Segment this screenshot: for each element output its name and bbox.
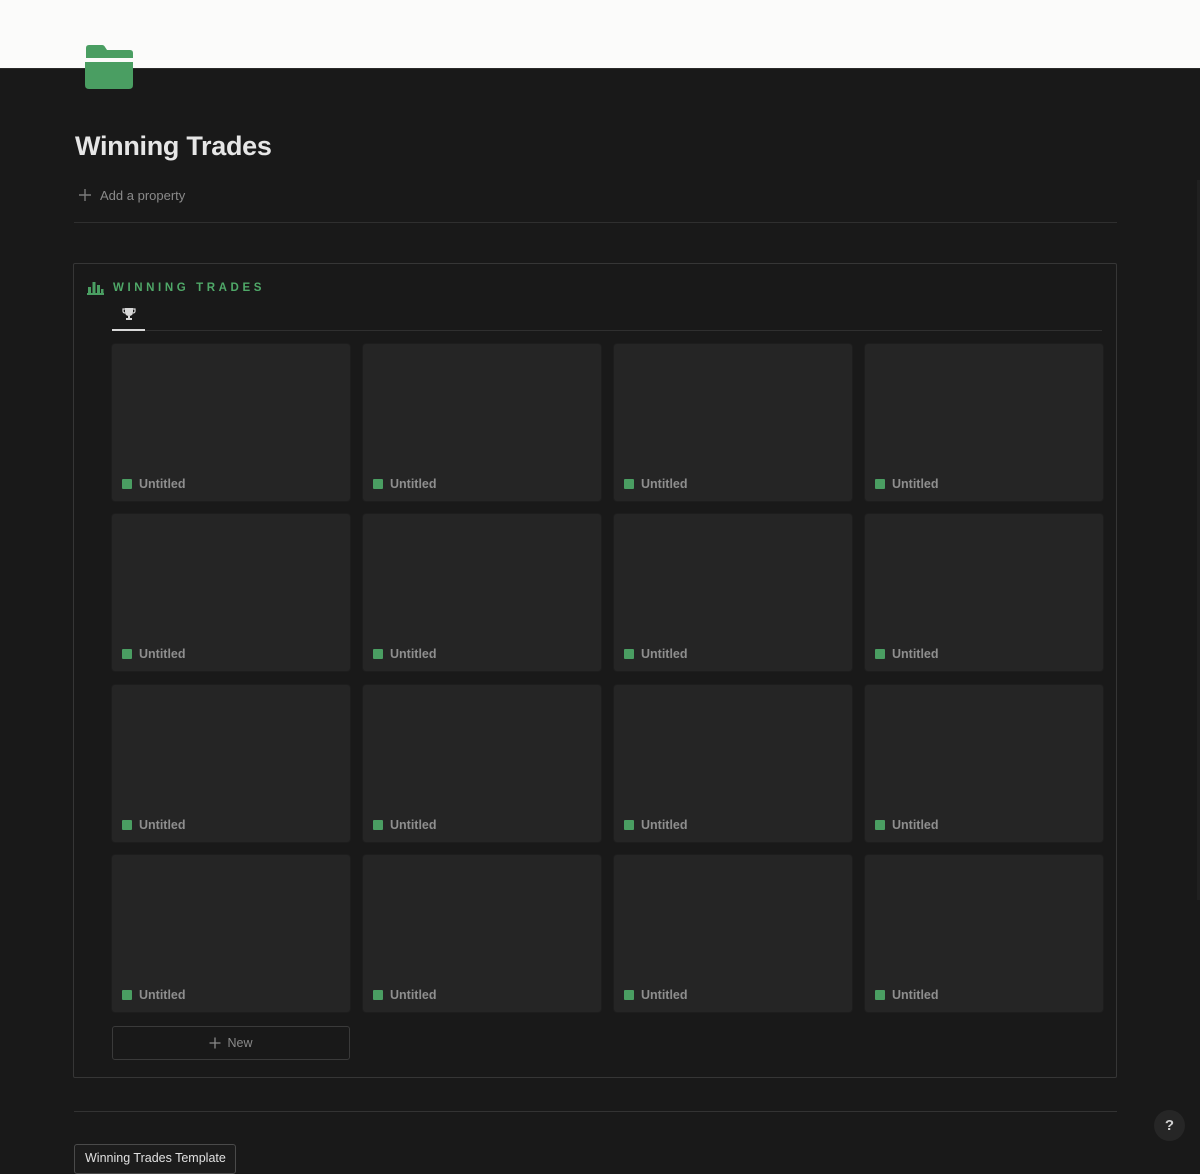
card-title-text: Untitled [892,647,939,661]
card-title: Untitled [122,647,186,661]
add-property-label: Add a property [100,187,186,203]
page-square-icon [624,649,634,659]
database-header: WINNING TRADES [87,280,265,295]
card-title: Untitled [875,477,939,491]
card-title-text: Untitled [390,477,437,491]
database-title[interactable]: WINNING TRADES [113,282,265,294]
card-title-text: Untitled [390,818,437,832]
card-title-text: Untitled [139,477,186,491]
divider [74,1111,1117,1112]
card-title: Untitled [122,988,186,1002]
page-square-icon [875,649,885,659]
plus-icon [79,189,91,201]
card-title-text: Untitled [139,647,186,661]
card-title-text: Untitled [892,818,939,832]
card-title-text: Untitled [390,988,437,1002]
card-title-text: Untitled [139,818,186,832]
card-title-text: Untitled [641,818,688,832]
card-title-text: Untitled [892,477,939,491]
gallery-card[interactable]: Untitled [112,855,350,1012]
gallery-card[interactable]: Untitled [614,514,852,671]
card-title: Untitled [122,477,186,491]
card-title: Untitled [122,818,186,832]
gallery-card[interactable]: Untitled [614,344,852,501]
card-title: Untitled [875,818,939,832]
card-title: Untitled [875,988,939,1002]
gallery-card[interactable]: Untitled [112,514,350,671]
template-button[interactable]: Winning Trades Template [74,1144,236,1174]
card-title-text: Untitled [892,988,939,1002]
card-title: Untitled [373,988,437,1002]
page-square-icon [875,479,885,489]
page-square-icon [373,479,383,489]
page-title[interactable]: Winning Trades [75,131,272,162]
gallery-card[interactable]: Untitled [614,855,852,1012]
page-square-icon [624,479,634,489]
gallery-card[interactable]: Untitled [112,685,350,842]
page-square-icon [122,820,132,830]
page-square-icon [624,820,634,830]
gallery-card[interactable]: Untitled [363,855,601,1012]
page-square-icon [875,820,885,830]
plus-icon [209,1037,221,1049]
card-title: Untitled [373,818,437,832]
tab-gallery-view[interactable] [112,304,145,331]
trophy-icon [121,308,136,320]
bar-chart-icon [87,282,104,295]
gallery-card[interactable]: Untitled [865,855,1103,1012]
gallery-card[interactable]: Untitled [865,344,1103,501]
card-title: Untitled [624,647,688,661]
card-title-text: Untitled [641,647,688,661]
gallery-card[interactable]: Untitled [865,514,1103,671]
card-title: Untitled [875,647,939,661]
folder-icon[interactable] [84,44,134,90]
gallery-card[interactable]: Untitled [865,685,1103,842]
gallery-card[interactable]: Untitled [112,344,350,501]
page-square-icon [122,479,132,489]
help-button[interactable]: ? [1154,1110,1185,1141]
new-card-label: New [227,1036,253,1050]
card-title: Untitled [624,988,688,1002]
add-property-button[interactable]: Add a property [78,185,185,205]
page-square-icon [624,990,634,1000]
page-cover [0,0,1200,69]
page-square-icon [373,649,383,659]
page-square-icon [373,820,383,830]
page-square-icon [122,649,132,659]
card-title-text: Untitled [390,647,437,661]
view-tabs [112,304,1102,331]
card-title-text: Untitled [641,477,688,491]
gallery-card[interactable]: Untitled [363,344,601,501]
divider [74,222,1117,223]
gallery-card[interactable]: Untitled [614,685,852,842]
page-square-icon [875,990,885,1000]
card-title: Untitled [624,477,688,491]
gallery-card[interactable]: Untitled [363,514,601,671]
new-card-button[interactable]: New [112,1026,350,1060]
card-title-text: Untitled [139,988,186,1002]
card-title-text: Untitled [641,988,688,1002]
card-title: Untitled [373,647,437,661]
card-title: Untitled [624,818,688,832]
database-block: WINNING TRADES Untitled Untitled Untitled U… [73,263,1117,1078]
gallery-card[interactable]: Untitled [363,685,601,842]
card-title: Untitled [373,477,437,491]
page-square-icon [122,990,132,1000]
page-square-icon [373,990,383,1000]
